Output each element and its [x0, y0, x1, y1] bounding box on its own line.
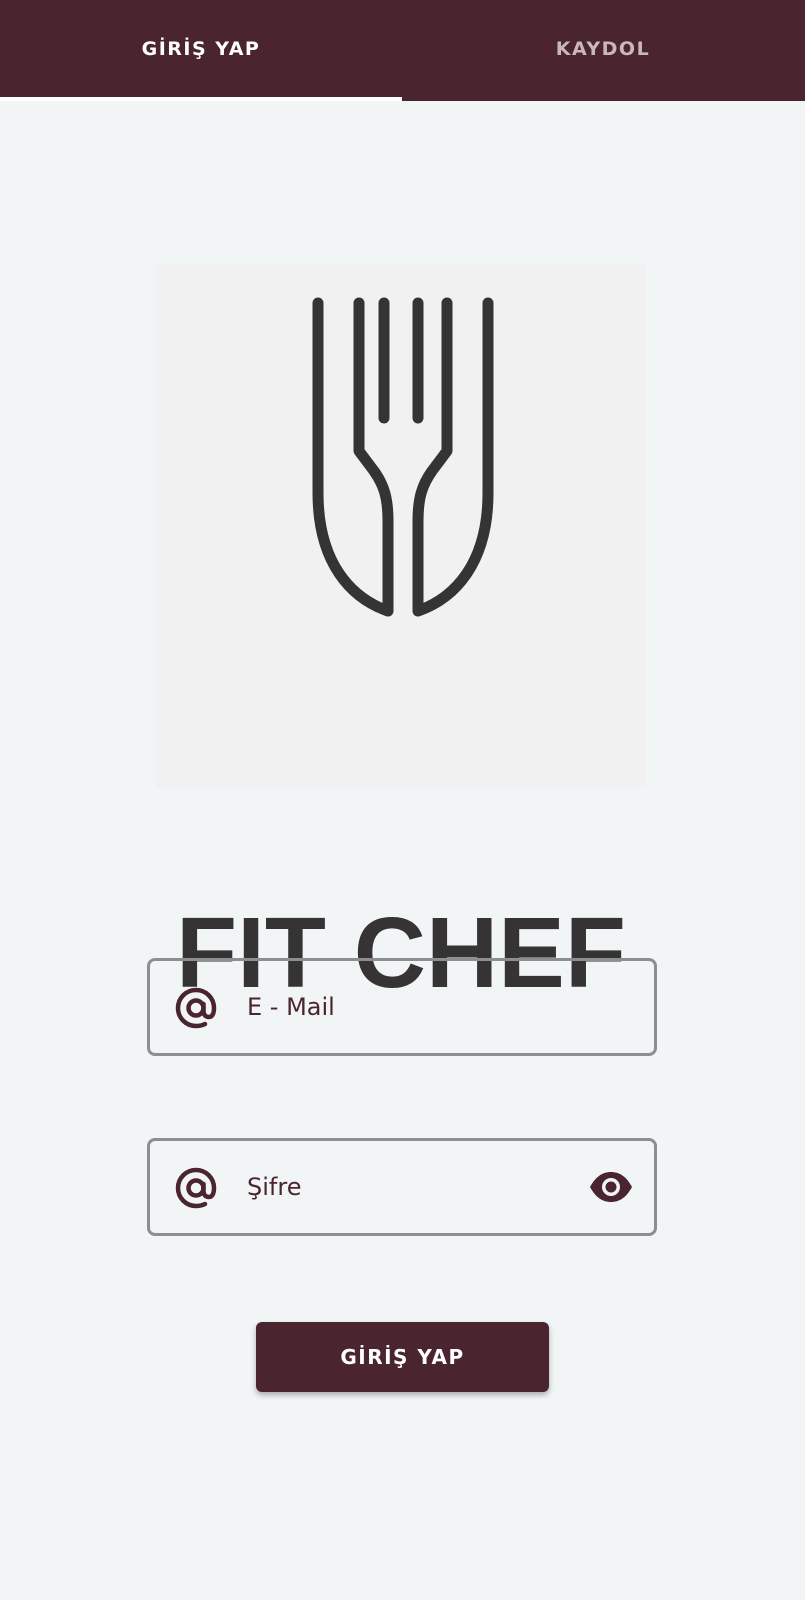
- tab-login[interactable]: GİRİŞ YAP: [0, 0, 402, 97]
- email-field: [147, 958, 657, 1056]
- tab-register[interactable]: KAYDOL: [402, 0, 804, 97]
- eye-icon[interactable]: [588, 1169, 634, 1205]
- at-icon: [175, 987, 217, 1029]
- login-button[interactable]: GİRİŞ YAP: [256, 1322, 549, 1392]
- app-logo: FIT CHEF: [156, 263, 646, 1003]
- fork-icon: [312, 297, 494, 617]
- email-input[interactable]: [247, 981, 567, 1033]
- active-tab-indicator: [0, 97, 402, 101]
- at-icon: [175, 1167, 217, 1209]
- tab-bar: GİRİŞ YAP KAYDOL: [0, 0, 805, 101]
- password-input[interactable]: [247, 1161, 567, 1213]
- password-field: [147, 1138, 657, 1236]
